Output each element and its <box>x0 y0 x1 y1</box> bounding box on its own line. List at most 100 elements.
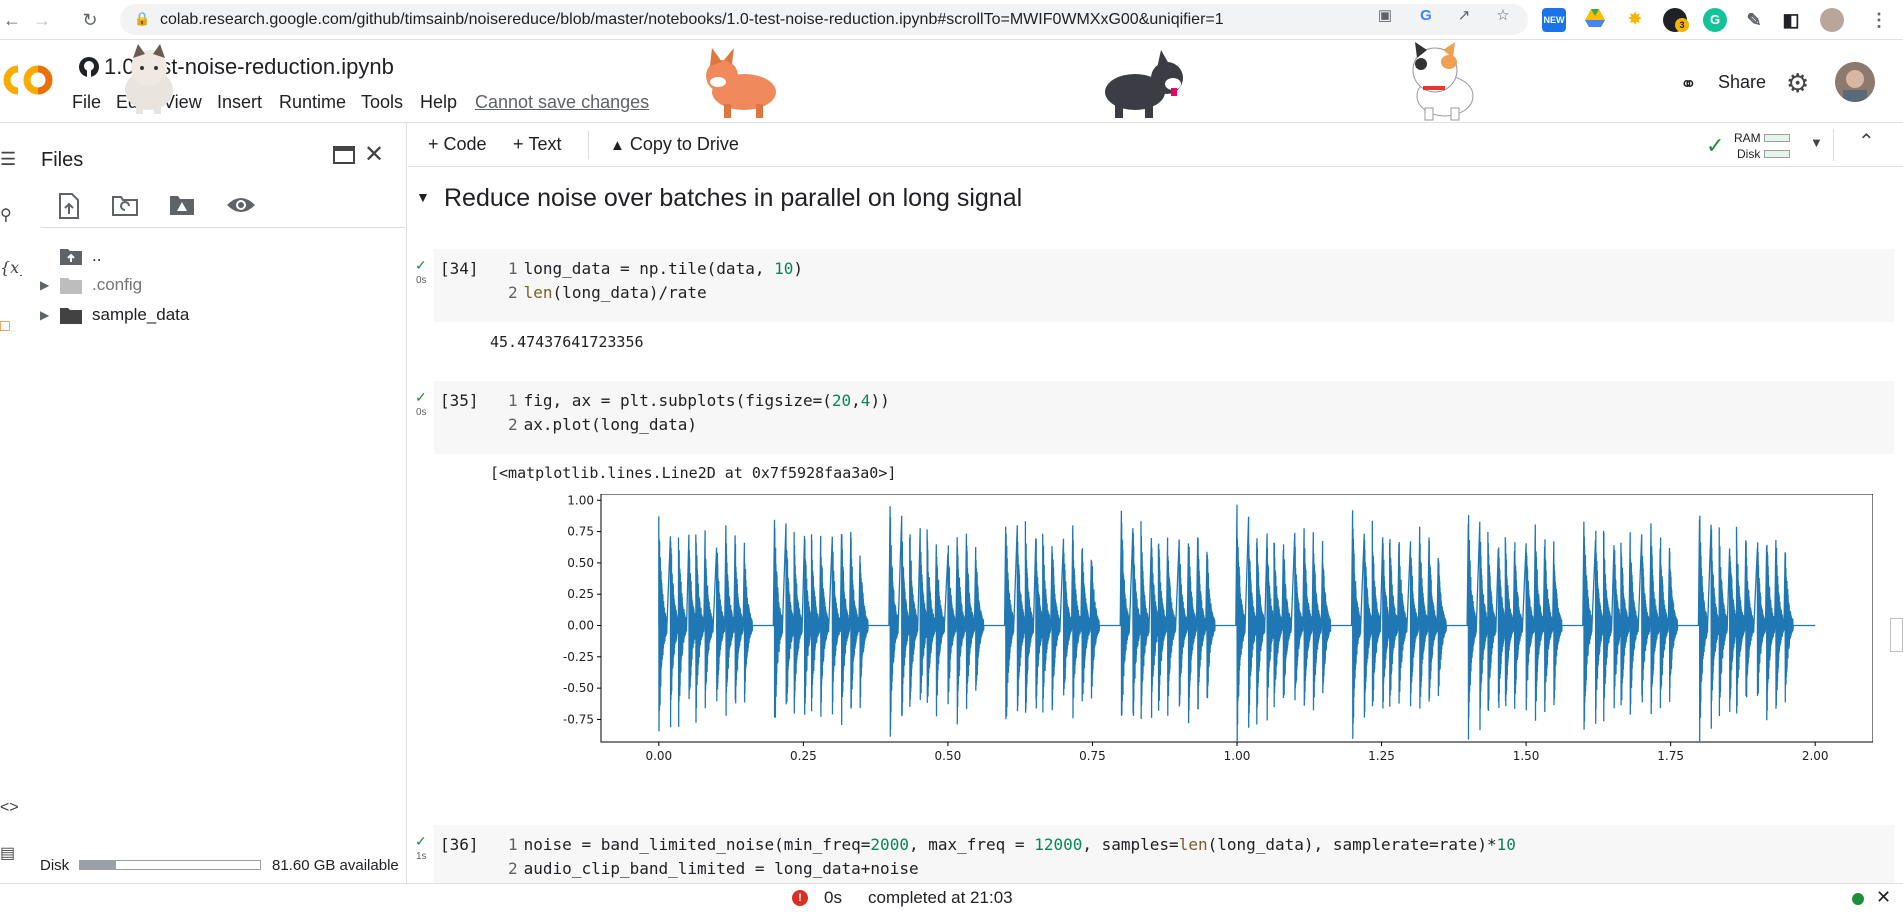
folder-up-icon <box>60 248 82 265</box>
grammarly-icon[interactable]: G <box>1703 8 1727 32</box>
upload-file-icon[interactable] <box>57 193 83 219</box>
code-token: ax.plot(long_data) <box>523 415 698 434</box>
drive-extension-icon[interactable] <box>1583 8 1607 32</box>
google-icon[interactable]: G <box>1415 5 1437 27</box>
mount-drive-icon[interactable] <box>168 193 194 219</box>
execution-count: [35] <box>440 391 479 410</box>
add-text-label: Text <box>528 134 562 154</box>
cannot-save-link[interactable]: Cannot save changes <box>475 92 649 113</box>
ram-label: RAM <box>1734 131 1761 145</box>
search-icon[interactable]: ⚲ <box>0 205 22 225</box>
code-line[interactable]: 1 noise = band_limited_noise(min_freq=200… <box>508 835 1516 854</box>
command-palette-icon[interactable]: ▤ <box>0 843 22 863</box>
profile-avatar-icon[interactable] <box>1820 8 1844 32</box>
plus-icon: + <box>428 134 444 154</box>
copy-to-drive-label: Copy to Drive <box>629 134 739 154</box>
line-chart: 1.00 0.75 0.50 0.25 0.00 -0.25 -0.50 -0.75 0.00 0… <box>543 493 1874 785</box>
error-icon[interactable]: ! <box>792 890 808 906</box>
tab-search-icon[interactable]: ▣ <box>1374 5 1396 27</box>
gear-icon[interactable]: ⚙ <box>1786 68 1809 99</box>
add-text-cell-button[interactable]: + Text <box>513 134 562 155</box>
section-collapse-icon[interactable]: ▼ <box>416 189 430 205</box>
x-tick-label: 1.25 <box>1368 749 1395 761</box>
code-token: fig, ax = plt.subplots(figsize=( <box>523 391 832 410</box>
lock-icon[interactable]: 🔒 <box>134 11 150 27</box>
back-icon[interactable]: ← <box>0 8 24 32</box>
cell-exec-time: 0s <box>416 275 427 286</box>
tree-item-label: .config <box>92 275 143 294</box>
code-cell[interactable]: ✓ 1s [36] 1 noise = band_limited_noise(mi… <box>415 825 1894 883</box>
y-tick-label: -0.50 <box>563 681 594 695</box>
reload-icon[interactable]: ↻ <box>78 8 102 32</box>
code-token: , samples= <box>1082 835 1179 854</box>
close-icon[interactable]: ✕ <box>1876 887 1891 908</box>
resource-dropdown-icon[interactable]: ▼ <box>1810 135 1823 150</box>
menu-runtime[interactable]: Runtime <box>279 92 346 113</box>
code-line[interactable]: 2 len(long_data)/rate <box>508 283 707 302</box>
files-panel-title: Files <box>41 149 84 171</box>
close-icon[interactable]: ✕ <box>364 140 384 169</box>
forward-icon[interactable]: → <box>30 8 54 32</box>
resource-monitor[interactable]: ✓ RAM Disk <box>1698 127 1828 165</box>
code-line[interactable]: 1 fig, ax = plt.subplots(figsize=(20,4)) <box>508 391 890 410</box>
honey-extension-icon[interactable]: ✸ <box>1623 8 1647 32</box>
menu-file[interactable]: File <box>72 92 101 113</box>
x-tick-label: 0.50 <box>935 749 962 761</box>
caret-right-icon[interactable]: ▶ <box>40 278 49 292</box>
bookmark-star-icon[interactable]: ☆ <box>1492 5 1514 27</box>
disk-usage-bar <box>79 860 261 870</box>
menu-insert[interactable]: Insert <box>217 92 262 113</box>
line-number: 2 <box>508 859 518 878</box>
calico-cat-pet-icon <box>1395 42 1489 127</box>
x-tick-label: 2.00 <box>1802 749 1829 761</box>
menu-help[interactable]: Help <box>420 92 457 113</box>
variables-icon[interactable]: {x} <box>0 258 29 277</box>
scrollbar-thumb[interactable] <box>1890 618 1903 652</box>
code-snippets-icon[interactable]: <> <box>0 799 22 817</box>
cell-output: 45.47437641723356 <box>490 333 644 351</box>
code-cell[interactable]: ✓ 0s [35] 1 fig, ax = plt.subplots(figsiz… <box>415 381 1894 454</box>
tree-item-label: sample_data <box>92 305 190 324</box>
news-extension-icon[interactable]: NEW <box>1542 8 1566 32</box>
url-text[interactable]: colab.research.google.com/github/timsain… <box>160 11 1224 29</box>
collapse-header-icon[interactable]: ⌃ <box>1858 129 1875 154</box>
x-tick-label: 1.00 <box>1224 749 1251 761</box>
side-panel-icon[interactable]: ◧ <box>1779 8 1803 32</box>
execution-count: [34] <box>440 259 479 278</box>
open-in-tab-icon[interactable] <box>332 143 356 167</box>
add-code-cell-button[interactable]: + Code <box>428 134 487 155</box>
colab-logo-icon[interactable] <box>0 63 56 97</box>
code-line[interactable]: 2 audio_clip_band_limited = long_data+noi… <box>508 859 919 878</box>
address-bar[interactable]: 🔒 colab.research.google.com/github/timsa… <box>120 4 1528 35</box>
code-line[interactable]: 2 ax.plot(long_data) <box>508 415 697 434</box>
dog-pet-icon <box>1095 50 1193 127</box>
toc-icon[interactable]: ☰ <box>0 149 22 170</box>
run-success-check-icon: ✓ <box>415 833 427 849</box>
execution-count: [36] <box>440 835 479 854</box>
grammar-extension-icon[interactable]: 3 <box>1663 8 1689 32</box>
share-page-icon[interactable]: ↗ <box>1453 5 1475 27</box>
link-icon: ⚭ <box>1680 74 1697 96</box>
caret-right-icon[interactable]: ▶ <box>40 308 49 322</box>
disk-resource-label: Disk <box>1737 147 1761 161</box>
colab-header: 1.0-test-noise-reduction.ipynb File Edit… <box>0 40 1903 123</box>
refresh-folder-icon[interactable] <box>111 193 138 219</box>
line-number: 2 <box>508 415 518 434</box>
corgi-pet-icon <box>694 48 786 127</box>
drive-icon: ▲ <box>610 137 625 154</box>
copy-to-drive-button[interactable]: ▲ Copy to Drive <box>610 134 739 155</box>
cat-pet-icon <box>118 44 180 121</box>
avatar[interactable] <box>1835 62 1875 102</box>
browser-menu-icon[interactable]: ⋮ <box>1867 8 1891 32</box>
code-token: 20 <box>831 391 852 410</box>
menu-tools[interactable]: Tools <box>361 92 403 113</box>
code-line[interactable]: 1 long_data = np.tile(data, 10) <box>508 259 803 278</box>
extensions-puzzle-icon[interactable]: ✎ <box>1742 8 1766 32</box>
notebook-toolbar: + Code + Text ▲ Copy to Drive ✓ RAM Disk… <box>408 123 1903 167</box>
code-token: 2000 <box>870 835 909 854</box>
tree-item-label: .. <box>92 246 102 265</box>
folder-icon[interactable]: □ <box>0 318 22 336</box>
show-hidden-eye-icon[interactable] <box>226 193 255 219</box>
code-cell[interactable]: ✓ 0s [34] 1 long_data = np.tile(data, 10)… <box>415 249 1894 322</box>
cell-exec-time: 0s <box>416 407 427 418</box>
